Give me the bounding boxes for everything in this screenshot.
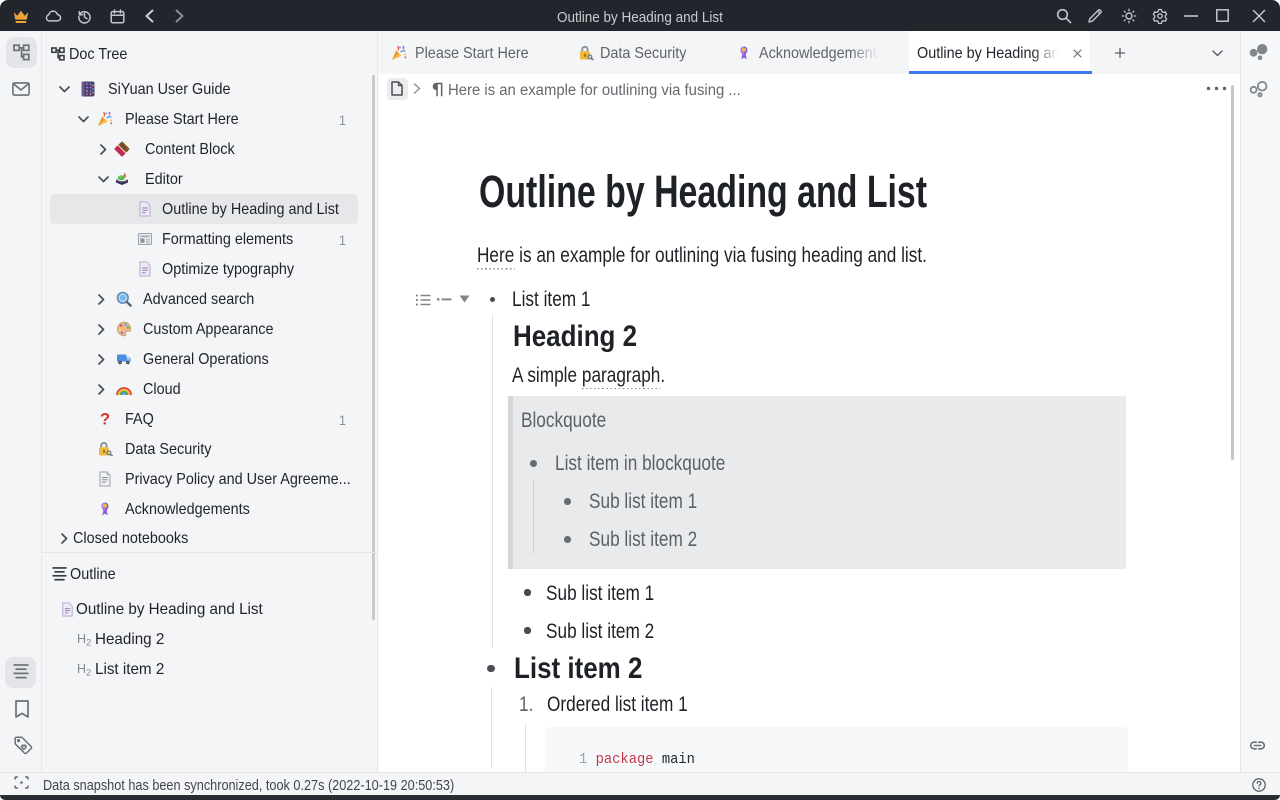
svg-text:?: ? <box>100 411 110 427</box>
